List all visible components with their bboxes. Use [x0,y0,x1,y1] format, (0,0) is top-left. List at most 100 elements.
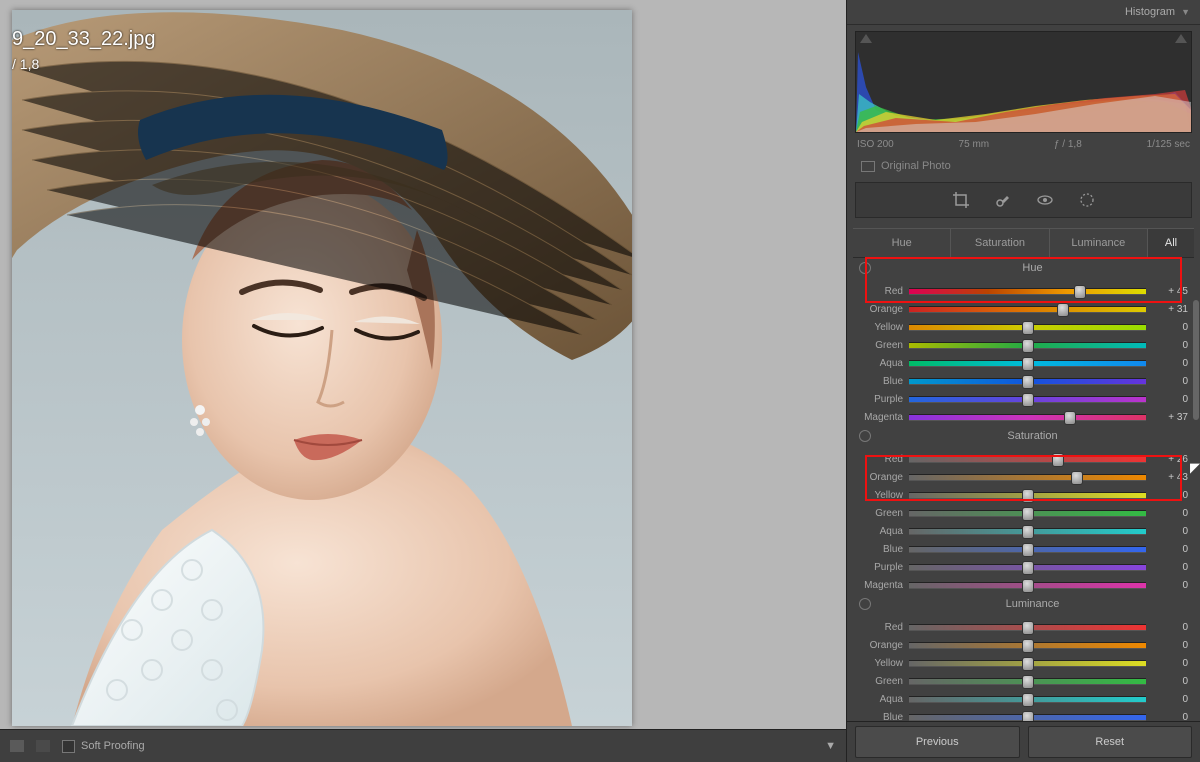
soft-proofing-checkbox[interactable]: Soft Proofing [62,740,145,753]
slider-handle[interactable] [1064,411,1076,425]
slider-track[interactable] [909,342,1146,349]
target-adjust-icon[interactable] [859,262,871,274]
slider-track[interactable] [909,714,1146,721]
slider-handle[interactable] [1022,507,1034,521]
filmstrip-toggle-icon[interactable]: ▼ [825,740,836,752]
slider-hue-purple[interactable]: Purple0 [853,390,1194,408]
slider-hue-magenta[interactable]: Magenta+ 37 [853,408,1194,426]
previous-button[interactable]: Previous [855,726,1020,758]
slider-sat-aqua[interactable]: Aqua0 [853,522,1194,540]
slider-handle[interactable] [1022,675,1034,689]
redeye-tool-icon[interactable] [1035,190,1055,210]
slider-hue-blue[interactable]: Blue0 [853,372,1194,390]
slider-lum-blue[interactable]: Blue0 [853,708,1194,721]
slider-track[interactable] [909,624,1146,631]
slider-value: 0 [1152,358,1188,369]
tab-hue[interactable]: Hue [853,229,951,257]
shadow-clip-icon[interactable] [860,34,872,43]
slider-handle[interactable] [1022,393,1034,407]
panel-scrollbar[interactable] [1193,300,1199,420]
slider-sat-red[interactable]: Red+ 26 [853,450,1194,468]
tab-saturation[interactable]: Saturation [951,229,1049,257]
slider-track[interactable] [909,288,1146,295]
slider-handle[interactable] [1022,357,1034,371]
histogram[interactable] [855,31,1192,133]
slider-track[interactable] [909,528,1146,535]
slider-handle[interactable] [1022,639,1034,653]
slider-value: 0 [1152,694,1188,705]
slider-handle[interactable] [1022,693,1034,707]
slider-handle[interactable] [1022,711,1034,722]
hsl-tabs: Hue Saturation Luminance All [853,228,1194,258]
slider-handle[interactable] [1022,525,1034,539]
slider-hue-red[interactable]: Red+ 45 [853,282,1194,300]
slider-label: Magenta [853,580,903,591]
original-photo-toggle[interactable]: Original Photo [855,156,1192,176]
slider-handle[interactable] [1022,621,1034,635]
slider-track[interactable] [909,474,1146,481]
flag-pick-icon[interactable] [10,740,24,752]
slider-track[interactable] [909,456,1146,463]
slider-sat-yellow[interactable]: Yellow 0 [853,486,1194,504]
slider-lum-aqua[interactable]: Aqua0 [853,690,1194,708]
tab-all[interactable]: All [1148,229,1194,257]
slider-handle[interactable] [1057,303,1069,317]
slider-track[interactable] [909,564,1146,571]
flag-reject-icon[interactable] [36,740,50,752]
slider-sat-purple[interactable]: Purple0 [853,558,1194,576]
slider-handle[interactable] [1022,339,1034,353]
slider-handle[interactable] [1022,489,1034,503]
histogram-header[interactable]: Histogram ▼ [847,0,1200,25]
slider-track[interactable] [909,360,1146,367]
slider-sat-green[interactable]: Green0 [853,504,1194,522]
crop-tool-icon[interactable] [951,190,971,210]
slider-value: 0 [1152,490,1188,501]
slider-track[interactable] [909,696,1146,703]
slider-handle[interactable] [1071,471,1083,485]
slider-hue-yellow[interactable]: Yellow0 [853,318,1194,336]
slider-handle[interactable] [1052,453,1064,467]
reset-button[interactable]: Reset [1028,726,1193,758]
slider-hue-aqua[interactable]: Aqua0 [853,354,1194,372]
slider-lum-yellow[interactable]: Yellow0 [853,654,1194,672]
slider-handle[interactable] [1022,543,1034,557]
slider-lum-red[interactable]: Red0 [853,618,1194,636]
slider-hue-orange[interactable]: Orange+ 31 [853,300,1194,318]
slider-track[interactable] [909,324,1146,331]
slider-lum-orange[interactable]: Orange0 [853,636,1194,654]
target-adjust-icon[interactable] [859,430,871,442]
radial-filter-icon[interactable] [1077,190,1097,210]
slider-track[interactable] [909,306,1146,313]
slider-track[interactable] [909,660,1146,667]
slider-handle[interactable] [1022,321,1034,335]
slider-track[interactable] [909,678,1146,685]
slider-track[interactable] [909,546,1146,553]
spot-removal-icon[interactable] [993,190,1013,210]
slider-handle[interactable] [1074,285,1086,299]
slider-sat-blue[interactable]: Blue0 [853,540,1194,558]
slider-track[interactable] [909,414,1146,421]
target-adjust-icon[interactable] [859,598,871,610]
slider-track[interactable] [909,510,1146,517]
slider-lum-green[interactable]: Green0 [853,672,1194,690]
highlight-clip-icon[interactable] [1175,34,1187,43]
slider-track[interactable] [909,492,1146,499]
exif-aperture: ƒ / 1,8 [1054,139,1082,150]
slider-track[interactable] [909,378,1146,385]
slider-label: Yellow [853,490,903,501]
slider-track[interactable] [909,396,1146,403]
slider-value: 0 [1152,562,1188,573]
slider-sat-magenta[interactable]: Magenta0 [853,576,1194,594]
slider-handle[interactable] [1022,375,1034,389]
slider-handle[interactable] [1022,579,1034,593]
slider-track[interactable] [909,582,1146,589]
slider-handle[interactable] [1022,561,1034,575]
slider-track[interactable] [909,642,1146,649]
preview-pane: 9_20_33_22.jpg / 1,8 [0,0,846,762]
slider-sat-orange[interactable]: Orange+ 43 [853,468,1194,486]
slider-hue-green[interactable]: Green0 [853,336,1194,354]
photo-preview[interactable] [12,10,632,726]
slider-handle[interactable] [1022,657,1034,671]
tab-luminance[interactable]: Luminance [1050,229,1148,257]
slider-label: Green [853,508,903,519]
